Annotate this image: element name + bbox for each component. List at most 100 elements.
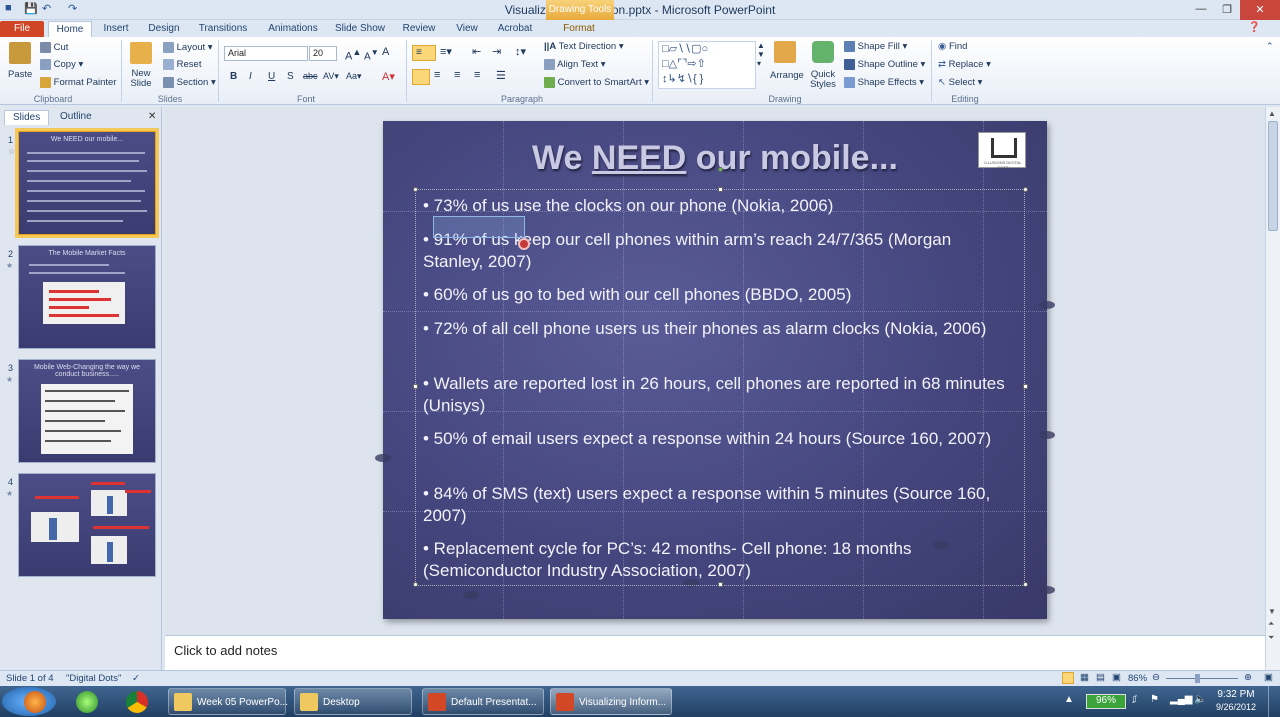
bullets-button[interactable]: ≡ — [412, 45, 436, 61]
tab-home[interactable]: Home — [48, 21, 92, 37]
zoom-out-icon[interactable]: ⊖ — [1152, 672, 1160, 683]
scroll-down-icon[interactable]: ▼ — [1268, 607, 1276, 616]
close-button[interactable]: ✕ — [1240, 0, 1280, 20]
italic-button[interactable]: I — [249, 71, 252, 82]
network-icon[interactable]: ▂▄▆ — [1170, 694, 1192, 705]
notes-placeholder[interactable]: Click to add notes — [174, 643, 277, 658]
cut-button[interactable]: Cut — [40, 42, 68, 53]
paste-icon[interactable] — [9, 42, 31, 64]
font-color-button[interactable]: A▾ — [382, 70, 395, 83]
decrease-indent-button[interactable]: ⇤ — [472, 45, 481, 58]
change-case-button[interactable]: Aa▾ — [346, 71, 362, 82]
format-painter-button[interactable]: Format Painter — [40, 77, 116, 88]
previous-slide-icon[interactable]: ⏶ — [1268, 619, 1274, 629]
underline-button[interactable]: U — [268, 71, 275, 82]
slide-thumbnail-2[interactable]: The Mobile Market Facts — [18, 245, 156, 349]
shape-effects-button[interactable]: Shape Effects ▾ — [844, 77, 924, 88]
tab-review[interactable]: Review — [396, 21, 442, 37]
slide-thumbnail-4[interactable] — [18, 473, 156, 577]
normal-view-icon[interactable] — [1062, 672, 1074, 684]
clock-date[interactable]: 9/26/2012 — [1212, 702, 1260, 712]
reading-view-icon[interactable]: ▤ — [1096, 672, 1105, 683]
bullet-item[interactable]: • Wallets are reported lost in 26 hours,… — [423, 373, 1013, 417]
taskbar-item-week05[interactable]: Week 05 PowerPo... — [168, 688, 288, 715]
resize-handle[interactable] — [413, 384, 418, 389]
numbering-button[interactable]: ≡▾ — [440, 45, 452, 58]
resize-handle[interactable] — [413, 187, 418, 192]
char-spacing-button[interactable]: AV▾ — [323, 71, 339, 82]
slide-thumbnail-3[interactable]: Mobile Web-Changing the way we conduct b… — [18, 359, 156, 463]
bullet-item[interactable]: • Replacement cycle for PC’s: 42 months-… — [423, 538, 1013, 582]
shapes-gallery[interactable]: □▱∖∖▢○ □△⌜⌝⇨⇧ ↕↳↯∖{ } — [658, 41, 756, 89]
taskbar-item-default-presentation[interactable]: Default Presentat... — [422, 688, 544, 715]
next-slide-icon[interactable]: ⏷ — [1268, 633, 1274, 643]
shape-outline-button[interactable]: Shape Outline ▾ — [844, 59, 925, 70]
resize-handle[interactable] — [718, 187, 723, 192]
shapes-gallery-scroll[interactable]: ▲ ▼ ▾ — [757, 41, 765, 68]
vertical-scrollbar[interactable]: ▲ ▼ ⏶ ⏷ — [1265, 107, 1280, 670]
paste-button[interactable]: Paste — [8, 69, 32, 80]
replace-button[interactable]: ⇄ Replace ▾ — [938, 59, 991, 70]
bullet-item[interactable]: • 72% of all cell phone users us their p… — [423, 318, 1013, 340]
restore-button[interactable]: ❐ — [1214, 0, 1240, 20]
zoom-slider-thumb[interactable] — [1195, 674, 1200, 683]
tab-animations[interactable]: Animations — [262, 21, 324, 37]
firefox-icon[interactable] — [24, 691, 46, 713]
align-right-button[interactable]: ≡ — [454, 69, 460, 81]
new-slide-button[interactable]: New Slide — [126, 69, 156, 89]
align-left-button[interactable] — [412, 69, 430, 85]
slide-sorter-icon[interactable]: ▦ — [1080, 672, 1089, 683]
align-text-button[interactable]: Align Text ▾ — [544, 59, 606, 70]
rotate-handle[interactable] — [718, 167, 723, 172]
bullet-item[interactable]: • 73% of us use the clocks on our phone … — [423, 195, 1013, 217]
quick-styles-icon[interactable] — [812, 41, 834, 63]
resize-handle[interactable] — [1023, 384, 1028, 389]
columns-button[interactable]: ☰ — [496, 69, 506, 82]
clock-time[interactable]: 9:32 PM — [1212, 689, 1260, 700]
arrange-icon[interactable] — [774, 41, 796, 63]
tab-view[interactable]: View — [448, 21, 486, 37]
fit-to-window-icon[interactable]: ▣ — [1264, 672, 1273, 683]
media-player-icon[interactable] — [76, 691, 98, 713]
arrange-button[interactable]: Arrange — [770, 70, 804, 81]
volume-icon[interactable]: 🔈 — [1194, 694, 1206, 705]
resize-handle[interactable] — [413, 582, 418, 587]
layout-button[interactable]: Layout ▾ — [163, 42, 213, 53]
scroll-up-icon[interactable]: ▲ — [1268, 109, 1276, 118]
shadow-button[interactable]: S — [287, 71, 294, 82]
battery-indicator[interactable]: 96% — [1086, 694, 1126, 709]
zoom-slider-track[interactable] — [1166, 678, 1238, 679]
shape-fill-button[interactable]: Shape Fill ▾ — [844, 41, 907, 52]
line-spacing-button[interactable]: ↕▾ — [515, 45, 526, 58]
close-pane-icon[interactable]: ✕ — [148, 111, 156, 122]
align-center-button[interactable]: ≡ — [434, 69, 440, 81]
show-desktop-button[interactable] — [1268, 686, 1280, 717]
slide-thumbnail-1[interactable]: We NEED our mobile... — [15, 128, 159, 238]
font-size-combo[interactable]: 20 — [309, 46, 337, 61]
find-button[interactable]: ◉ Find — [938, 41, 967, 52]
bullet-item[interactable]: • 60% of us go to bed with our cell phon… — [423, 284, 1013, 306]
taskbar-item-visualizing[interactable]: Visualizing Inform... — [550, 688, 672, 715]
collapse-ribbon-icon[interactable]: ⌃ — [1266, 41, 1274, 52]
minimize-button[interactable]: — — [1188, 0, 1214, 20]
tab-format[interactable]: Format — [550, 21, 608, 37]
text-direction-button[interactable]: ||A Text Direction ▾ — [544, 41, 624, 52]
spellcheck-icon[interactable]: ✓ — [132, 673, 140, 684]
resize-handle[interactable] — [1023, 582, 1028, 587]
zoom-level[interactable]: 86% — [1128, 673, 1147, 684]
slideshow-view-icon[interactable]: ▣ — [1112, 672, 1121, 683]
justify-button[interactable]: ≡ — [474, 69, 480, 81]
new-slide-icon[interactable] — [130, 42, 152, 64]
tab-outline[interactable]: Outline — [52, 110, 100, 125]
convert-smartart-button[interactable]: Convert to SmartArt ▾ — [544, 77, 649, 88]
bullet-item[interactable]: • 84% of SMS (text) users expect a respo… — [423, 483, 1013, 527]
scroll-thumb[interactable] — [1268, 121, 1278, 231]
increase-indent-button[interactable]: ⇥ — [492, 45, 501, 58]
quick-styles-button[interactable]: Quick Styles — [808, 70, 838, 90]
strikethrough-button[interactable]: abc — [303, 71, 318, 81]
shrink-font-button[interactable]: A▼ — [364, 47, 379, 62]
notes-pane[interactable]: Click to add notes — [165, 635, 1265, 670]
copy-button[interactable]: Copy ▾ — [40, 59, 83, 70]
bullet-item[interactable]: • 50% of email users expect a response w… — [423, 428, 1013, 450]
chrome-icon[interactable] — [126, 691, 148, 713]
